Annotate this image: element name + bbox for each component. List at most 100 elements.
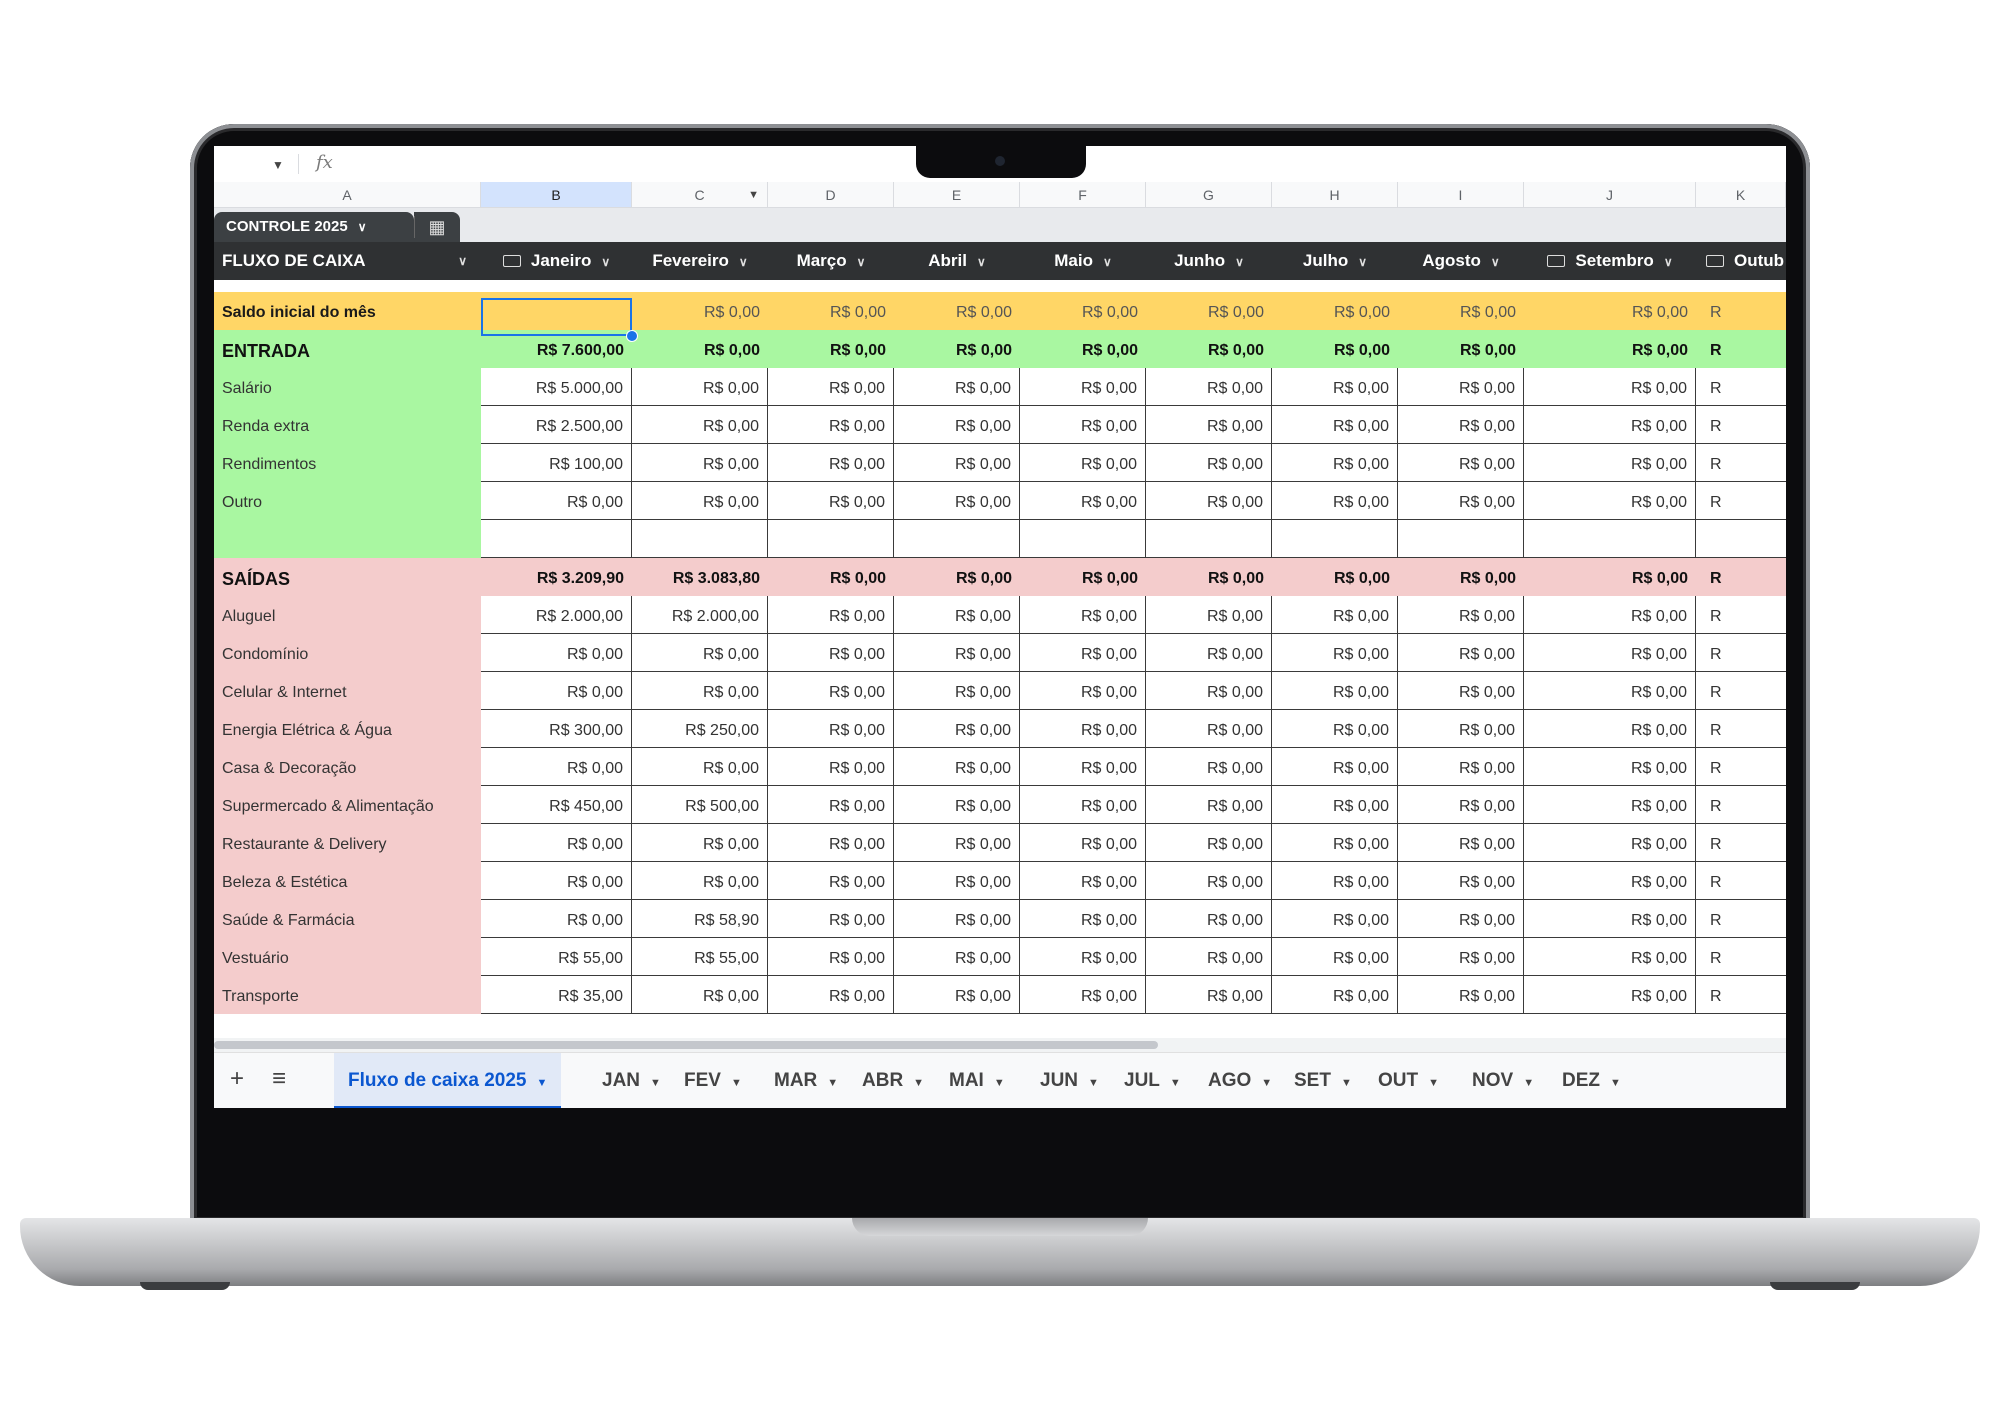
month-header-1[interactable]: Janeiro ∨ [481, 242, 632, 280]
tab-abr[interactable]: ABR ▼ [862, 1053, 924, 1108]
value-cell[interactable]: R$ 0,00 [1020, 824, 1146, 862]
row-label[interactable]: Aluguel [214, 596, 481, 634]
value-cell[interactable]: R$ 0,00 [1398, 748, 1524, 786]
row-label[interactable]: ENTRADA [214, 330, 481, 368]
all-sheets-menu-icon[interactable]: ≡ [272, 1065, 286, 1093]
value-cell[interactable] [894, 520, 1020, 558]
value-cell[interactable]: R$ 35,00 [481, 976, 632, 1014]
value-cell[interactable]: R$ 0,00 [894, 292, 1020, 330]
month-header-9[interactable]: Setembro ∨ [1524, 242, 1696, 280]
tab-menu-caret-icon[interactable]: ▼ [1088, 1077, 1099, 1089]
value-cell[interactable]: R$ 0,00 [1398, 938, 1524, 976]
value-cell[interactable]: R$ 0,00 [1020, 330, 1146, 368]
value-cell[interactable]: R [1696, 444, 1786, 482]
value-cell[interactable]: R [1696, 672, 1786, 710]
column-header-f[interactable]: F [1020, 182, 1146, 208]
value-cell[interactable]: R [1696, 330, 1786, 368]
tab-mar[interactable]: MAR ▼ [774, 1053, 838, 1108]
value-cell[interactable]: R$ 0,00 [632, 444, 768, 482]
value-cell[interactable]: R$ 0,00 [1272, 444, 1398, 482]
row-label[interactable]: Salário [214, 368, 481, 406]
value-cell[interactable]: R$ 0,00 [768, 596, 894, 634]
tab-fluxo-de-caixa[interactable]: Fluxo de caixa 2025 ▼ [334, 1053, 562, 1108]
value-cell[interactable]: R$ 0,00 [894, 824, 1020, 862]
tab-menu-caret-icon[interactable]: ▼ [1341, 1077, 1352, 1089]
tab-menu-caret-icon[interactable]: ▼ [913, 1077, 924, 1089]
value-cell[interactable]: R$ 0,00 [1146, 406, 1272, 444]
value-cell[interactable]: R$ 0,00 [1146, 634, 1272, 672]
value-cell[interactable]: R$ 0,00 [1020, 862, 1146, 900]
tab-jan[interactable]: JAN ▼ [602, 1053, 661, 1108]
value-cell[interactable]: R$ 0,00 [1146, 596, 1272, 634]
tab-nov[interactable]: NOV ▼ [1472, 1053, 1534, 1108]
value-cell[interactable]: R$ 0,00 [768, 444, 894, 482]
value-cell[interactable]: R$ 0,00 [768, 482, 894, 520]
value-cell[interactable]: R$ 0,00 [1398, 330, 1524, 368]
tab-menu-caret-icon[interactable]: ▼ [731, 1077, 742, 1089]
row-label[interactable]: Saldo inicial do mês [214, 292, 481, 330]
column-header-k[interactable]: K [1696, 182, 1786, 208]
value-cell[interactable]: R$ 0,00 [1524, 976, 1696, 1014]
value-cell[interactable]: R$ 0,00 [1020, 634, 1146, 672]
row-label[interactable]: Rendimentos [214, 444, 481, 482]
value-cell[interactable]: R$ 0,00 [1146, 710, 1272, 748]
month-header-4[interactable]: Abril ∨ [894, 242, 1020, 280]
value-cell[interactable]: R$ 0,00 [894, 558, 1020, 596]
value-cell[interactable]: R$ 0,00 [1020, 596, 1146, 634]
tab-menu-caret-icon[interactable]: ▼ [650, 1077, 661, 1089]
value-cell[interactable]: R [1696, 710, 1786, 748]
value-cell[interactable]: R$ 0,00 [1524, 596, 1696, 634]
value-cell[interactable]: R$ 0,00 [481, 824, 632, 862]
value-cell[interactable]: R$ 0,00 [1272, 330, 1398, 368]
tab-out[interactable]: OUT ▼ [1378, 1053, 1439, 1108]
value-cell[interactable]: R$ 0,00 [1524, 786, 1696, 824]
value-cell[interactable]: R$ 0,00 [894, 672, 1020, 710]
value-cell[interactable]: R$ 0,00 [1398, 900, 1524, 938]
value-cell[interactable]: R$ 0,00 [1524, 482, 1696, 520]
value-cell[interactable]: R$ 0,00 [1524, 748, 1696, 786]
value-cell[interactable]: R [1696, 938, 1786, 976]
controle-dropdown[interactable]: CONTROLE 2025 ∨ [214, 212, 414, 242]
value-cell[interactable]: R$ 0,00 [1524, 444, 1696, 482]
value-cell[interactable]: R$ 0,00 [894, 634, 1020, 672]
value-cell[interactable]: R$ 0,00 [1398, 596, 1524, 634]
add-sheet-button[interactable]: + [230, 1065, 244, 1093]
value-cell[interactable]: R$ 0,00 [632, 862, 768, 900]
column-header-e[interactable]: E [894, 182, 1020, 208]
tab-ago[interactable]: AGO ▼ [1208, 1053, 1272, 1108]
value-cell[interactable]: R$ 0,00 [1146, 824, 1272, 862]
value-cell[interactable]: R$ 0,00 [1272, 558, 1398, 596]
value-cell[interactable] [632, 520, 768, 558]
month-header-5[interactable]: Maio ∨ [1020, 242, 1146, 280]
row-label[interactable] [214, 520, 481, 558]
value-cell[interactable]: R [1696, 634, 1786, 672]
value-cell[interactable]: R$ 0,00 [768, 330, 894, 368]
scrollbar-thumb[interactable] [214, 1041, 1158, 1049]
value-cell[interactable]: R$ 0,00 [1146, 292, 1272, 330]
value-cell[interactable]: R$ 450,00 [481, 786, 632, 824]
value-cell[interactable]: R$ 0,00 [1146, 900, 1272, 938]
value-cell[interactable]: R$ 0,00 [1524, 558, 1696, 596]
value-cell[interactable]: R$ 0,00 [768, 558, 894, 596]
value-cell[interactable]: R$ 0,00 [1020, 558, 1146, 596]
value-cell[interactable]: R$ 0,00 [768, 368, 894, 406]
value-cell[interactable]: R [1696, 292, 1786, 330]
value-cell[interactable]: R$ 0,00 [1146, 482, 1272, 520]
tab-menu-caret-icon[interactable]: ▼ [1610, 1077, 1621, 1089]
value-cell[interactable]: R [1696, 558, 1786, 596]
month-header-3[interactable]: Março ∨ [768, 242, 894, 280]
value-cell[interactable]: R$ 0,00 [894, 938, 1020, 976]
value-cell[interactable]: R$ 0,00 [1524, 900, 1696, 938]
column-header-b[interactable]: B [481, 182, 632, 208]
value-cell[interactable]: R$ 0,00 [1398, 672, 1524, 710]
tab-jun[interactable]: JUN ▼ [1040, 1053, 1099, 1108]
value-cell[interactable]: R$ 0,00 [894, 596, 1020, 634]
value-cell[interactable]: R$ 0,00 [481, 900, 632, 938]
value-cell[interactable]: R$ 55,00 [481, 938, 632, 976]
selected-cell-b[interactable] [481, 298, 632, 336]
value-cell[interactable]: R$ 0,00 [632, 824, 768, 862]
value-cell[interactable]: R$ 0,00 [1398, 482, 1524, 520]
tab-dez[interactable]: DEZ ▼ [1562, 1053, 1621, 1108]
value-cell[interactable] [1146, 520, 1272, 558]
value-cell[interactable] [768, 520, 894, 558]
